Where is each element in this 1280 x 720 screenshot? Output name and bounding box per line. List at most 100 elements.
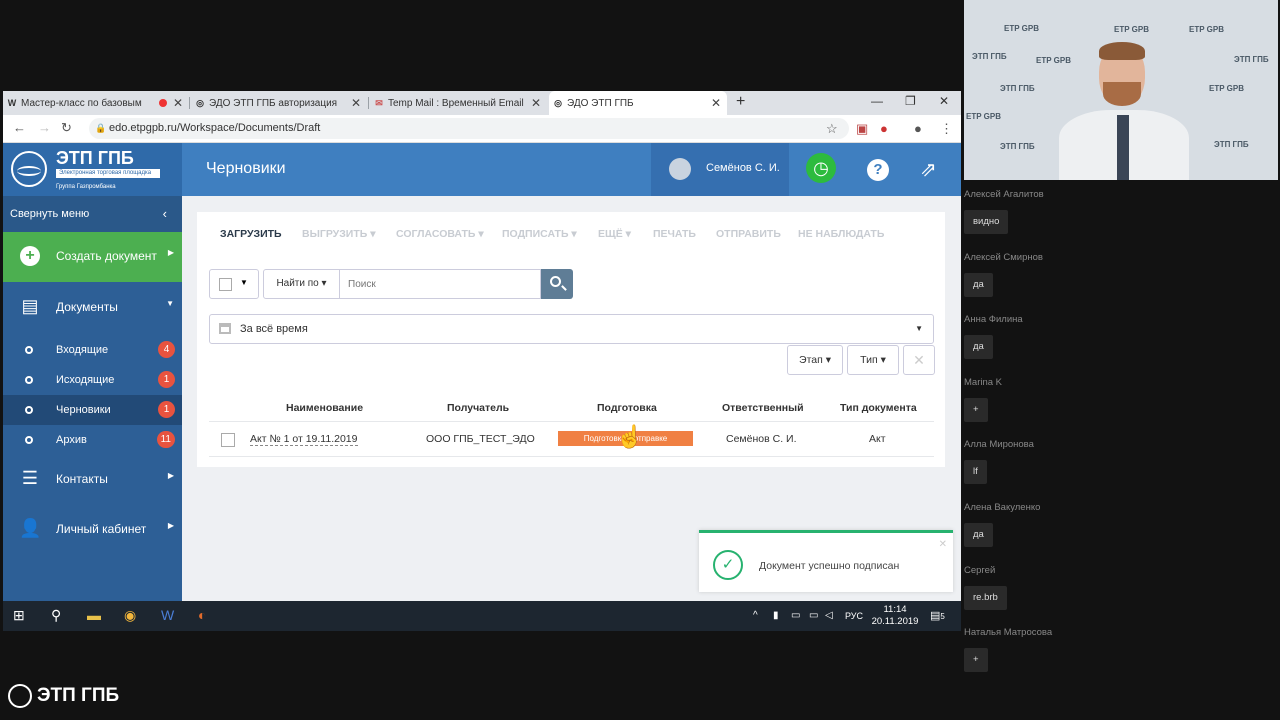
document-link[interactable]: Акт № 1 от 19.11.2019 [250, 433, 358, 446]
row-checkbox[interactable] [221, 433, 235, 447]
type-filter[interactable]: Тип ▾ [847, 345, 899, 375]
col-responsible[interactable]: Ответственный [722, 402, 804, 414]
search-icon[interactable]: ⚲ [51, 607, 61, 624]
responsible-cell: Семёнов С. И. [726, 433, 797, 445]
tab-masterclass[interactable]: W Мастер-класс по базовым ✕ [3, 91, 189, 115]
taskbar: ⊞ ⚲ ▬ ◉ W ◐ ^ ▮ ▭ ▭ ◁ РУС 11:14 20.11.20… [3, 601, 961, 631]
recipient-cell: ООО ГПБ_ТЕСТ_ЭДО [426, 433, 535, 445]
help-icon[interactable]: ? [867, 159, 889, 181]
upload-button[interactable]: ЗАГРУЗИТЬ [220, 228, 282, 240]
back-icon[interactable]: ← [13, 120, 26, 135]
user-menu[interactable]: Семёнов С. И. [651, 143, 789, 196]
sidebar-item-outgoing[interactable]: Исходящие 1 [3, 365, 182, 395]
chevron-down-icon: ▼ [166, 299, 174, 308]
send-button[interactable]: ОТПРАВИТЬ [716, 228, 781, 240]
window-close-icon[interactable]: ✕ [939, 94, 949, 108]
tab-separator [368, 97, 369, 109]
sidebar-item-documents[interactable]: ▤ Документы ▼ [3, 287, 182, 327]
approve-button[interactable]: СОГЛАСОВАТЬ ▾ [396, 228, 484, 240]
new-tab-icon[interactable]: + [736, 93, 745, 111]
tab-tempmail[interactable]: ✉ Temp Mail : Временный Email ✕ [370, 91, 547, 115]
select-all-dropdown[interactable]: ▼ [209, 269, 259, 299]
profile-icon[interactable]: ● [914, 121, 922, 136]
collapse-menu-button[interactable]: Свернуть меню ‹ [3, 196, 182, 232]
url-field[interactable]: 🔒 edo.etpgpb.ru/Workspace/Documents/Draf… [89, 118, 849, 139]
logo[interactable]: ЭТП ГПБ Электронная торговая площадка Гр… [3, 143, 182, 196]
minimize-icon[interactable]: — [871, 94, 883, 108]
extension-icon[interactable]: ● [880, 121, 888, 136]
toast-close-icon[interactable]: ✕ [939, 539, 947, 550]
create-document-button[interactable]: + Создать документ ▶ [3, 232, 182, 282]
export-button[interactable]: ВЫГРУЗИТЬ ▾ [302, 228, 376, 240]
folder-icon[interactable]: ▬ [87, 607, 101, 623]
watermark: ЭТП ГПБ [1000, 142, 1035, 151]
find-by-dropdown[interactable]: Найти по ▾ [263, 269, 340, 299]
extension-icon[interactable]: ▣ [856, 121, 868, 137]
chat-author: Алена Вакуленко [964, 502, 1041, 513]
tab-strip: W Мастер-класс по базовым ✕ ◎ ЭДО ЭТП ГП… [3, 91, 961, 115]
col-name[interactable]: Наименование [286, 402, 363, 414]
sign-button[interactable]: ПОДПИСАТЬ ▾ [502, 228, 577, 240]
approve-label: СОГЛАСОВАТЬ [396, 228, 476, 240]
create-label: Создать документ [56, 249, 157, 263]
clock-time: 11:14 [883, 604, 907, 615]
unwatch-button[interactable]: НЕ НАБЛЮДАТЬ [798, 228, 884, 240]
search-button[interactable] [541, 269, 573, 299]
tab-edo[interactable]: ◎ ЭДО ЭТП ГПБ ✕ [549, 91, 727, 115]
word-icon[interactable]: W [161, 607, 174, 623]
sidebar-item-archive[interactable]: Архив 11 [3, 425, 182, 455]
chat-author: Анна Филина [964, 314, 1023, 325]
avatar [669, 158, 691, 180]
checkbox[interactable] [219, 278, 232, 291]
count-badge: 4 [158, 341, 175, 358]
app-icon[interactable]: ◐ [198, 607, 206, 623]
col-stage[interactable]: Подготовка [597, 402, 657, 414]
col-recipient[interactable]: Получатель [447, 402, 509, 414]
network-icon[interactable]: ▭ [791, 610, 800, 621]
stage-filter[interactable]: Этап ▾ [787, 345, 843, 375]
tab-edo-auth[interactable]: ◎ ЭДО ЭТП ГПБ авторизация ✕ [191, 91, 367, 115]
table-row[interactable]: Акт № 1 от 19.11.2019 ООО ГПБ_ТЕСТ_ЭДО П… [209, 422, 934, 457]
arrow-right-icon: ▶ [167, 471, 174, 480]
clock[interactable]: 11:14 20.11.2019 [871, 604, 919, 628]
period-select[interactable]: За всё время ▼ [209, 314, 934, 344]
word-icon: W [7, 98, 17, 108]
close-icon[interactable]: ✕ [173, 96, 183, 110]
tray-chevron-icon[interactable]: ^ [753, 610, 758, 621]
forward-icon[interactable]: → [38, 120, 51, 135]
close-icon[interactable]: ✕ [531, 96, 541, 110]
windows-start-icon[interactable]: ⊞ [13, 607, 25, 624]
chat-message: да [964, 523, 993, 547]
logout-icon[interactable]: ⇗ [920, 157, 937, 182]
history-button[interactable]: ◷ [789, 143, 853, 196]
caret-down-icon: ▼ [240, 278, 248, 287]
more-button[interactable]: ЕЩЁ ▾ [598, 228, 631, 240]
sidebar-item-incoming[interactable]: Входящие 4 [3, 335, 182, 365]
tab-title: Temp Mail : Временный Email [388, 97, 524, 109]
bullet-icon [25, 436, 33, 444]
sidebar-item-drafts[interactable]: Черновики 1 [3, 395, 182, 425]
monitor-icon[interactable]: ▭ [809, 610, 818, 621]
watermark: ЭТП ГПБ [1000, 84, 1035, 93]
reload-icon[interactable]: ↻ [61, 120, 72, 136]
star-icon[interactable]: ☆ [826, 121, 838, 137]
menu-icon[interactable]: ⋮ [940, 121, 953, 137]
chrome-icon[interactable]: ◉ [124, 607, 136, 624]
sidebar-item-cabinet[interactable]: 👤 Личный кабинет ▶ [3, 509, 182, 549]
notifications-icon[interactable]: ▤5 [930, 609, 945, 622]
restore-icon[interactable]: ❐ [905, 94, 916, 108]
print-button[interactable]: ПЕЧАТЬ [653, 228, 696, 240]
language-indicator[interactable]: РУС [845, 611, 863, 621]
mic-icon[interactable]: ▮ [773, 610, 779, 621]
close-icon[interactable]: ✕ [351, 96, 361, 110]
volume-icon[interactable]: ◁ [825, 610, 833, 621]
col-doc-type[interactable]: Тип документа [840, 402, 917, 414]
hand-cursor-icon: ☝ [616, 424, 644, 449]
search-input[interactable] [340, 269, 541, 299]
chat-panel: Алексей Агалитов видно Алексей Смирнов д… [964, 185, 1280, 675]
action-toolbar: ЗАГРУЗИТЬ ВЫГРУЗИТЬ ▾ СОГЛАСОВАТЬ ▾ ПОДП… [197, 212, 945, 256]
sidebar-item-contacts[interactable]: ☰ Контакты ▶ [3, 459, 182, 499]
clear-filters-icon[interactable]: ✕ [903, 345, 935, 375]
sidebar-label: Входящие [56, 344, 109, 356]
close-icon[interactable]: ✕ [711, 96, 721, 110]
